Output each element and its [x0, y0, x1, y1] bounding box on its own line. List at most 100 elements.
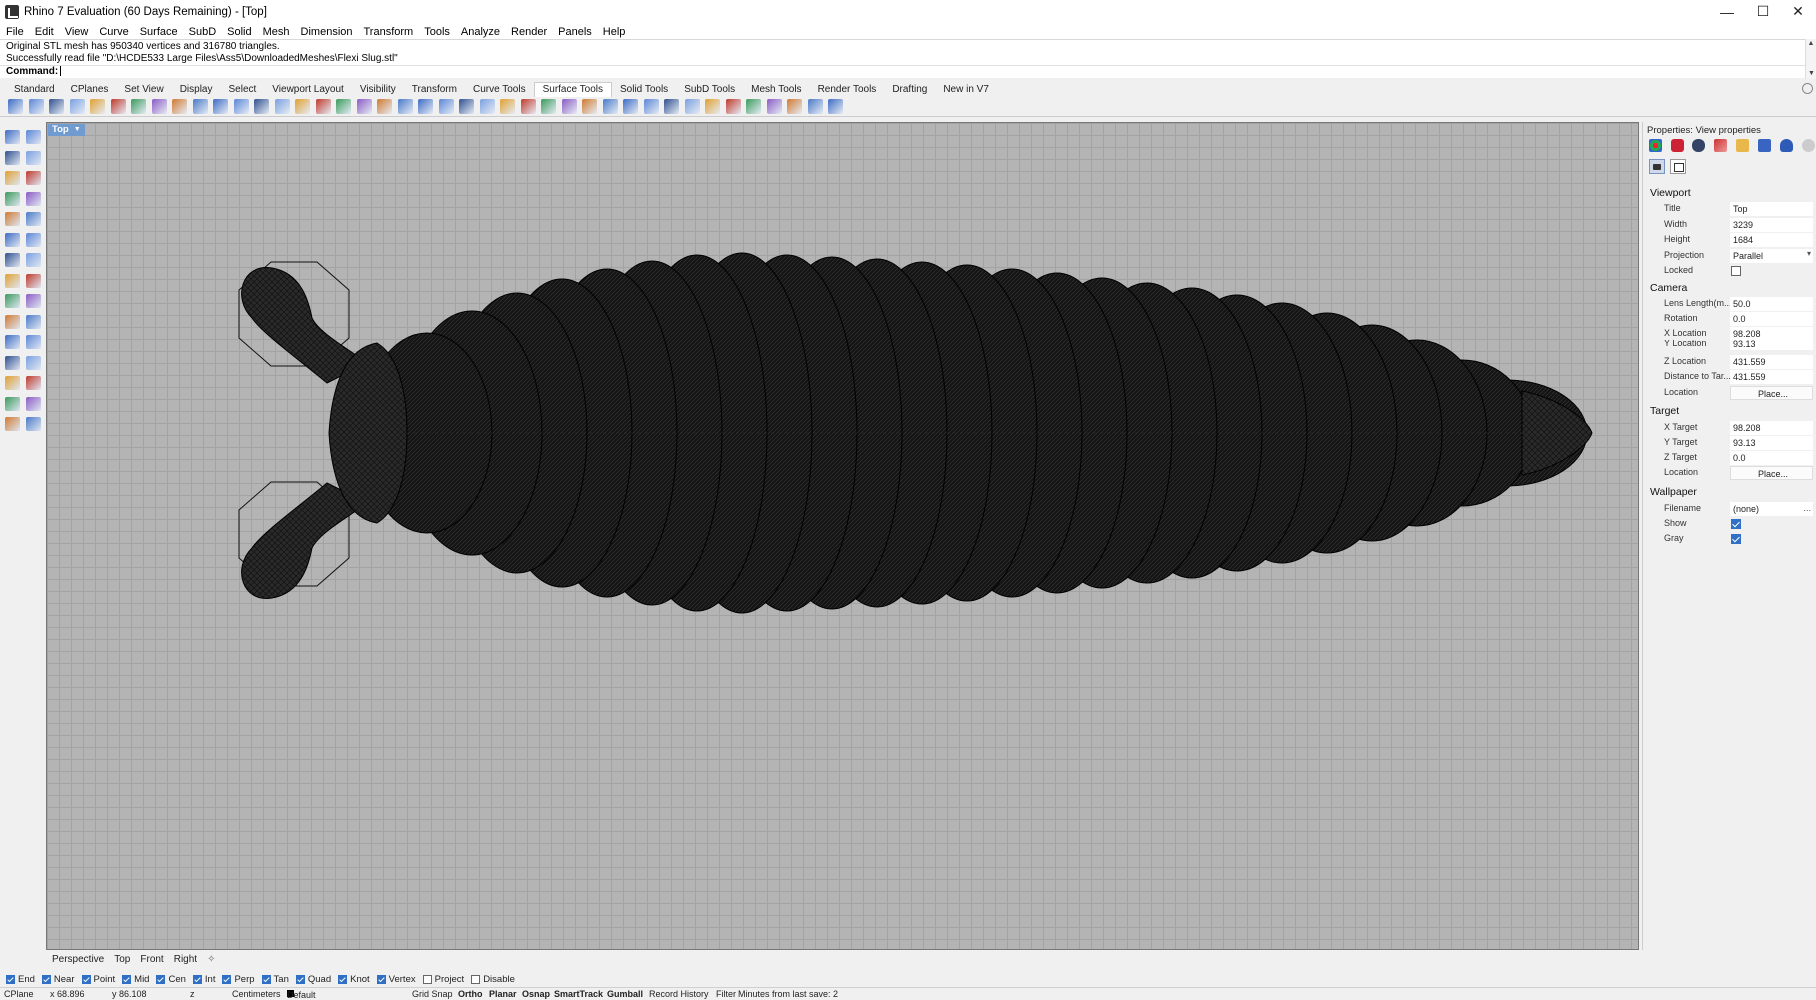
surface-tool-icon[interactable] [49, 99, 64, 114]
osnap-point[interactable]: Point [81, 974, 115, 985]
camera-place-button[interactable]: Place... [1730, 386, 1813, 400]
viewport-tab-perspective[interactable]: Perspective [52, 954, 104, 965]
sidebar-tool-icon[interactable] [5, 171, 20, 185]
record-history-toggle[interactable]: Record History [649, 989, 709, 999]
osnap-int[interactable]: Int [192, 974, 215, 985]
sidebar-tool-icon[interactable] [26, 150, 41, 165]
camera-z-location-field[interactable]: 431.559 [1730, 355, 1813, 369]
close-button[interactable]: ✕ [1775, 0, 1816, 23]
pencil-icon[interactable] [1714, 139, 1727, 152]
planar-toggle[interactable]: Planar [489, 989, 517, 999]
tab-transform[interactable]: Transform [404, 83, 465, 97]
sidebar-tool-icon[interactable] [5, 376, 20, 390]
toolbar-settings-gear-icon[interactable] [1802, 83, 1813, 94]
command-history-scrollbar[interactable]: ▲ ▼ [1805, 39, 1816, 79]
surface-tool-icon[interactable] [131, 99, 146, 114]
sidebar-tool-icon[interactable] [5, 212, 20, 226]
sidebar-tool-icon[interactable] [26, 171, 41, 185]
sidebar-tool-icon[interactable] [5, 355, 20, 370]
tab-set-view[interactable]: Set View [116, 83, 171, 97]
viewport-tab-right[interactable]: Right [174, 954, 197, 965]
menu-panels[interactable]: Panels [558, 26, 592, 38]
menu-view[interactable]: View [65, 26, 89, 38]
viewport-frame-icon[interactable] [1670, 159, 1686, 174]
scroll-down-icon[interactable]: ▼ [1806, 69, 1816, 79]
osnap-perp[interactable]: Perp [222, 974, 255, 985]
surface-tool-icon[interactable] [705, 99, 720, 114]
menu-curve[interactable]: Curve [99, 26, 128, 38]
gumball-toggle[interactable]: Gumball [607, 989, 643, 999]
smarttrack-toggle[interactable]: SmartTrack [554, 989, 603, 999]
camera-view-icon[interactable] [1649, 159, 1665, 174]
surface-tool-icon[interactable] [541, 99, 556, 114]
surface-tool-icon[interactable] [746, 99, 761, 114]
tab-curve-tools[interactable]: Curve Tools [465, 83, 534, 97]
menu-analyze[interactable]: Analyze [461, 26, 500, 38]
osnap-knot[interactable]: Knot [338, 974, 370, 985]
surface-tool-icon[interactable] [479, 99, 495, 114]
tab-solid-tools[interactable]: Solid Tools [612, 83, 676, 97]
scroll-up-icon[interactable]: ▲ [1806, 39, 1816, 49]
environment-icon[interactable] [1692, 139, 1705, 152]
rhino-app-icon[interactable] [5, 4, 19, 19]
filter-toggle[interactable]: Filter [716, 989, 736, 999]
sidebar-tool-icon[interactable] [5, 150, 20, 165]
menu-dimension[interactable]: Dimension [301, 26, 353, 38]
wallpaper-filename-field[interactable]: (none) [1730, 502, 1813, 516]
viewport-tab-top[interactable]: Top [114, 954, 130, 965]
sidebar-tool-icon[interactable] [26, 273, 41, 288]
command-history[interactable]: Original STL mesh has 950340 vertices an… [0, 39, 1805, 65]
osnap-checkbox[interactable] [81, 974, 91, 984]
surface-tool-icon[interactable] [725, 99, 741, 114]
units-indicator[interactable]: Centimeters [232, 989, 281, 999]
sidebar-tool-icon[interactable] [26, 355, 41, 370]
surface-tool-icon[interactable] [766, 99, 782, 114]
surface-tool-icon[interactable] [274, 99, 290, 114]
tab-drafting[interactable]: Drafting [884, 83, 935, 97]
tab-new-in-v7[interactable]: New in V7 [935, 83, 997, 97]
projection-dropdown[interactable]: Parallel [1730, 249, 1813, 263]
osnap-checkbox[interactable] [41, 974, 51, 984]
target-place-button[interactable]: Place... [1730, 466, 1813, 480]
surface-tool-icon[interactable] [418, 99, 433, 114]
slug-mesh-wireframe[interactable] [47, 123, 1639, 950]
distance-to-target-field[interactable]: 431.559 [1730, 370, 1813, 384]
osnap-checkbox[interactable] [156, 974, 166, 984]
osnap-project[interactable]: Project [422, 974, 464, 985]
x-target-field[interactable]: 98.208 [1730, 421, 1813, 435]
surface-tool-icon[interactable] [254, 99, 269, 114]
tab-visibility[interactable]: Visibility [352, 83, 404, 97]
sidebar-tool-icon[interactable] [26, 396, 41, 411]
viewport-title-field[interactable]: Top [1730, 202, 1813, 216]
menu-transform[interactable]: Transform [364, 26, 414, 38]
viewport-width-field[interactable]: 3239 [1730, 218, 1813, 232]
sidebar-tool-icon[interactable] [26, 376, 41, 390]
surface-tool-icon[interactable] [828, 99, 843, 114]
surface-tool-icon[interactable] [643, 99, 659, 114]
sidebar-tool-icon[interactable] [26, 212, 41, 226]
chevron-down-icon[interactable]: ▾ [1807, 249, 1811, 258]
surface-tool-icon[interactable] [110, 99, 126, 114]
surface-tool-icon[interactable] [233, 99, 249, 114]
menu-file[interactable]: File [6, 26, 24, 38]
command-line[interactable]: Command: [0, 65, 1805, 78]
surface-tool-icon[interactable] [459, 99, 474, 114]
chevron-down-icon[interactable]: ▼ [74, 124, 81, 136]
sidebar-tool-icon[interactable] [5, 273, 20, 288]
surface-tool-icon[interactable] [397, 99, 413, 114]
surface-tool-icon[interactable] [561, 99, 577, 114]
viewport-title-tab[interactable]: Top ▼ [48, 124, 85, 136]
osnap-quad[interactable]: Quad [295, 974, 331, 985]
menu-tools[interactable]: Tools [424, 26, 450, 38]
menu-subd[interactable]: SubD [189, 26, 217, 38]
y-target-field[interactable]: 93.13 [1730, 436, 1813, 450]
surface-tool-icon[interactable] [151, 99, 167, 114]
menu-surface[interactable]: Surface [140, 26, 178, 38]
wallpaper-show-checkbox[interactable] [1731, 519, 1741, 529]
sidebar-tool-icon[interactable] [5, 294, 20, 308]
cplane-indicator[interactable]: CPlane [4, 989, 34, 999]
surface-tool-icon[interactable] [336, 99, 351, 114]
surface-tool-icon[interactable] [172, 99, 187, 114]
tab-render-tools[interactable]: Render Tools [810, 83, 885, 97]
surface-tool-icon[interactable] [356, 99, 372, 114]
